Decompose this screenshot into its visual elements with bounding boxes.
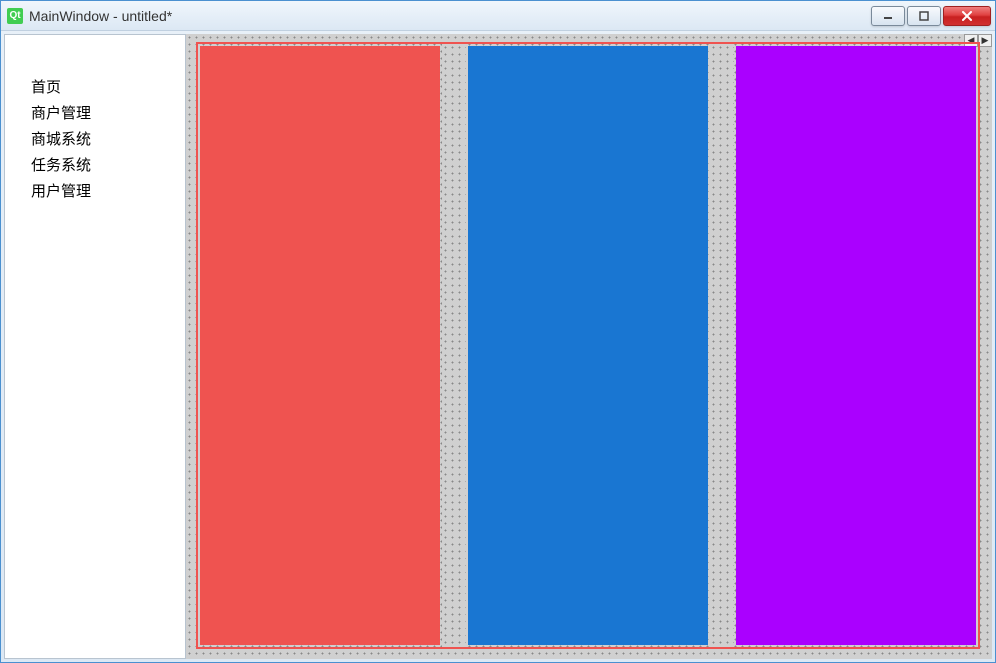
minimize-icon xyxy=(883,11,893,21)
panel-column-3[interactable] xyxy=(734,44,978,647)
qt-logo-icon: Qt xyxy=(7,8,23,24)
app-icon: Qt xyxy=(7,8,23,24)
sidebar-item-mall[interactable]: 商城系统 xyxy=(31,127,185,153)
minimize-button[interactable] xyxy=(871,6,905,26)
maximize-icon xyxy=(919,11,929,21)
panel-column-1[interactable] xyxy=(198,44,442,647)
sidebar-item-home[interactable]: 首页 xyxy=(31,75,185,101)
window-controls xyxy=(871,6,991,26)
tab-scroll-right-button[interactable]: ▶ xyxy=(978,34,992,47)
window-title: MainWindow - untitled* xyxy=(29,8,871,24)
chevron-right-icon: ▶ xyxy=(982,35,989,46)
maximize-button[interactable] xyxy=(907,6,941,26)
panel-separator[interactable] xyxy=(710,44,734,647)
titlebar[interactable]: Qt MainWindow - untitled* xyxy=(1,1,995,31)
close-icon xyxy=(961,11,973,21)
red-panel xyxy=(200,46,440,645)
sidebar-item-users[interactable]: 用户管理 xyxy=(31,179,185,205)
blue-panel xyxy=(468,46,708,645)
sidebar: 首页 商户管理 商城系统 任务系统 用户管理 xyxy=(4,34,186,659)
panel-separator[interactable] xyxy=(442,44,466,647)
purple-panel xyxy=(736,46,976,645)
content-area: ◀ ▶ xyxy=(186,34,992,659)
close-button[interactable] xyxy=(943,6,991,26)
sidebar-item-tasks[interactable]: 任务系统 xyxy=(31,153,185,179)
client-area: 首页 商户管理 商城系统 任务系统 用户管理 ◀ ▶ xyxy=(4,34,992,659)
layout-panels xyxy=(198,44,978,647)
main-window: Qt MainWindow - untitled* 首页 xyxy=(0,0,996,663)
sidebar-item-merchant[interactable]: 商户管理 xyxy=(31,101,185,127)
panel-column-2[interactable] xyxy=(466,44,710,647)
